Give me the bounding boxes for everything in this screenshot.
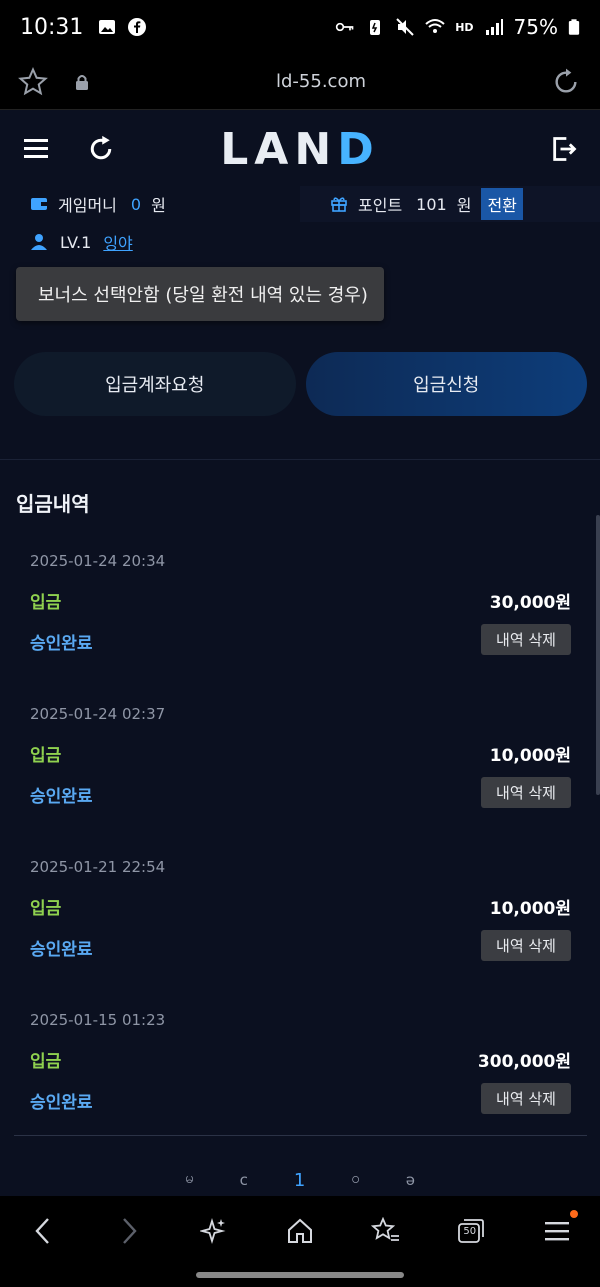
browser-url-bar: ld-55.com — [0, 54, 600, 110]
key-icon — [336, 22, 354, 32]
page-current[interactable]: 1 — [294, 1170, 305, 1191]
entry-amount: 10,000원 — [489, 899, 571, 919]
toast-text: 보너스 선택안함 (당일 환전 내역 있는 경우) — [38, 285, 368, 306]
deposit-history-list: 2025-01-24 20:34 입금 30,000원 승인완료 내역 삭제 2… — [14, 530, 587, 1142]
entry-amount: 30,000원 — [489, 593, 571, 613]
wifi-icon — [425, 19, 445, 33]
refresh-icon[interactable] — [86, 134, 116, 164]
site-header: LAND — [0, 111, 600, 187]
page-next-button[interactable]: ၀ — [351, 1169, 359, 1191]
entry-datetime: 2025-01-15 01:23 — [30, 1011, 166, 1029]
url-text[interactable]: ld-55.com — [92, 71, 550, 92]
sparkle-icon — [200, 1217, 226, 1245]
reload-page-icon[interactable] — [550, 66, 582, 98]
bookmarks-button[interactable] — [369, 1214, 403, 1248]
delete-entry-button[interactable]: 내역 삭제 — [481, 777, 571, 808]
entry-status: 승인완료 — [30, 1093, 93, 1113]
facebook-icon — [128, 18, 147, 36]
section-divider — [0, 459, 600, 460]
game-money-value: 0 — [130, 194, 142, 214]
menu-icon[interactable] — [22, 136, 52, 162]
lock-icon — [76, 74, 88, 90]
game-money-label: 게임머니 — [58, 196, 117, 215]
deposit-actions: 입금계좌요청 입금신청 — [14, 352, 587, 416]
points-unit: 원 — [456, 196, 472, 215]
points-value: 101 — [416, 194, 447, 214]
gift-icon — [331, 197, 347, 212]
delete-entry-button[interactable]: 내역 삭제 — [481, 930, 571, 961]
gallery-icon — [99, 20, 116, 34]
hamburger-icon — [545, 1222, 570, 1241]
battery-icon — [568, 19, 580, 35]
entry-amount: 10,000원 — [489, 746, 571, 766]
entry-datetime: 2025-01-21 22:54 — [30, 858, 166, 876]
entry-status: 승인완료 — [30, 787, 93, 807]
home-button[interactable] — [283, 1214, 317, 1248]
star-list-icon — [370, 1217, 399, 1241]
list-item: 2025-01-15 01:23 입금 300,000원 승인완료 내역 삭제 — [14, 989, 587, 1142]
mute-icon — [396, 18, 414, 36]
scrollbar[interactable] — [596, 515, 600, 795]
entry-amount: 300,000원 — [477, 1052, 571, 1072]
entry-status: 승인완료 — [30, 634, 93, 654]
level-label: LV.1 — [60, 232, 92, 252]
ai-sparkle-button[interactable] — [197, 1214, 231, 1248]
entry-type: 입금 — [30, 899, 62, 919]
entry-type: 입금 — [30, 593, 62, 613]
account-info-row: 게임머니 0 원 포인트 101 원 전환 — [0, 186, 600, 222]
bonus-toast: 보너스 선택안함 (당일 환전 내역 있는 경우) — [16, 267, 384, 321]
entry-type: 입금 — [30, 746, 62, 766]
battery-percent: 75% — [513, 15, 558, 39]
points-label: 포인트 — [358, 196, 403, 215]
browser-menu-button[interactable] — [540, 1210, 579, 1248]
request-account-button[interactable]: 입금계좌요청 — [14, 352, 296, 416]
site-logo[interactable]: LAND — [220, 124, 379, 175]
gesture-home-bar[interactable] — [196, 1272, 404, 1278]
entry-datetime: 2025-01-24 20:34 — [30, 552, 166, 570]
delete-entry-button[interactable]: 내역 삭제 — [481, 1083, 571, 1114]
notification-dot — [570, 1210, 579, 1218]
level-row: LV.1 잉야 — [0, 225, 600, 259]
game-money-unit: 원 — [151, 196, 166, 215]
status-time: 10:31 — [20, 14, 84, 40]
tab-count: 50 — [463, 1226, 477, 1237]
list-divider — [14, 1135, 587, 1136]
apply-deposit-button[interactable]: 입금신청 — [305, 352, 587, 416]
status-bar: 10:31 HD 75% — [0, 0, 600, 54]
points: 포인트 101 원 전환 — [300, 186, 600, 222]
entry-datetime: 2025-01-24 02:37 — [30, 705, 166, 723]
nickname-link[interactable]: 잉야 — [103, 230, 132, 254]
page-last-button[interactable]: ə — [406, 1171, 415, 1189]
chevron-right-icon — [122, 1218, 137, 1244]
convert-points-button[interactable]: 전환 — [481, 188, 523, 220]
logout-icon[interactable] — [550, 135, 578, 163]
history-title: 입금내역 — [16, 492, 90, 516]
back-button[interactable] — [26, 1214, 60, 1248]
page-prev-button[interactable]: c — [240, 1171, 248, 1189]
forward-button[interactable] — [112, 1214, 146, 1248]
bookmark-star-icon[interactable] — [18, 66, 48, 97]
hd-voice-badge: HD — [455, 20, 474, 34]
battery-saver-icon — [370, 20, 381, 35]
wallet-icon — [31, 198, 47, 210]
user-icon — [31, 234, 47, 250]
delete-entry-button[interactable]: 내역 삭제 — [481, 624, 571, 655]
browser-nav-bar: 50 — [0, 1196, 600, 1266]
pagination: မ c 1 ၀ ə — [0, 1166, 600, 1194]
page-first-button[interactable]: မ — [185, 1169, 194, 1191]
chevron-left-icon — [35, 1218, 49, 1244]
entry-status: 승인완료 — [30, 940, 93, 960]
entry-type: 입금 — [30, 1052, 62, 1072]
game-money: 게임머니 0 원 — [0, 192, 300, 216]
home-icon — [287, 1218, 312, 1243]
tabs-button[interactable]: 50 — [454, 1214, 488, 1248]
list-item: 2025-01-24 20:34 입금 30,000원 승인완료 내역 삭제 — [14, 530, 587, 683]
list-item: 2025-01-24 02:37 입금 10,000원 승인완료 내역 삭제 — [14, 683, 587, 836]
signal-icon — [485, 19, 503, 35]
list-item: 2025-01-21 22:54 입금 10,000원 승인완료 내역 삭제 — [14, 836, 587, 989]
